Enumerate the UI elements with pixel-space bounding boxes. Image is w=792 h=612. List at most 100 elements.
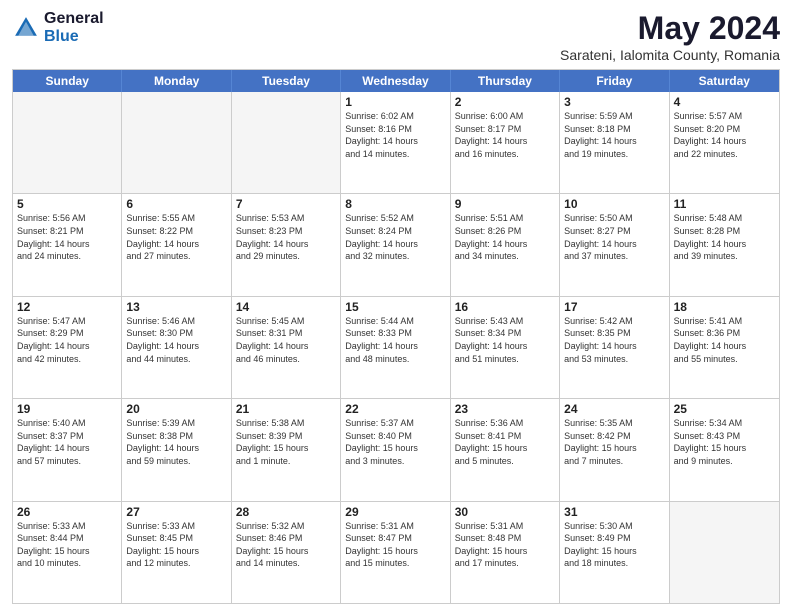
cell-date: 22 [345,402,445,416]
calendar-cell: 10Sunrise: 5:50 AMSunset: 8:27 PMDayligh… [560,194,669,295]
logo-general: General [44,10,104,28]
logo: General Blue [12,10,104,45]
calendar-cell: 22Sunrise: 5:37 AMSunset: 8:40 PMDayligh… [341,399,450,500]
logo-icon [12,14,40,42]
cell-info: Sunrise: 5:44 AMSunset: 8:33 PMDaylight:… [345,315,445,365]
calendar-cell: 19Sunrise: 5:40 AMSunset: 8:37 PMDayligh… [13,399,122,500]
calendar-cell: 16Sunrise: 5:43 AMSunset: 8:34 PMDayligh… [451,297,560,398]
calendar-cell: 2Sunrise: 6:00 AMSunset: 8:17 PMDaylight… [451,92,560,193]
calendar-cell: 24Sunrise: 5:35 AMSunset: 8:42 PMDayligh… [560,399,669,500]
cell-info: Sunrise: 5:31 AMSunset: 8:47 PMDaylight:… [345,520,445,570]
cell-info: Sunrise: 5:31 AMSunset: 8:48 PMDaylight:… [455,520,555,570]
calendar-cell: 21Sunrise: 5:38 AMSunset: 8:39 PMDayligh… [232,399,341,500]
cell-info: Sunrise: 5:34 AMSunset: 8:43 PMDaylight:… [674,417,775,467]
cell-date: 3 [564,95,664,109]
calendar-cell: 18Sunrise: 5:41 AMSunset: 8:36 PMDayligh… [670,297,779,398]
calendar-cell: 31Sunrise: 5:30 AMSunset: 8:49 PMDayligh… [560,502,669,603]
cell-info: Sunrise: 5:36 AMSunset: 8:41 PMDaylight:… [455,417,555,467]
calendar-cell: 23Sunrise: 5:36 AMSunset: 8:41 PMDayligh… [451,399,560,500]
cell-date: 29 [345,505,445,519]
cell-date: 9 [455,197,555,211]
calendar-cell: 4Sunrise: 5:57 AMSunset: 8:20 PMDaylight… [670,92,779,193]
day-header-friday: Friday [560,70,669,92]
cell-date: 11 [674,197,775,211]
calendar-cell [122,92,231,193]
calendar-cell: 25Sunrise: 5:34 AMSunset: 8:43 PMDayligh… [670,399,779,500]
cell-date: 17 [564,300,664,314]
day-header-monday: Monday [122,70,231,92]
cell-date: 19 [17,402,117,416]
calendar-cell: 8Sunrise: 5:52 AMSunset: 8:24 PMDaylight… [341,194,450,295]
cell-date: 14 [236,300,336,314]
subtitle: Sarateni, Ialomita County, Romania [560,47,780,63]
day-headers: SundayMondayTuesdayWednesdayThursdayFrid… [13,70,779,92]
day-header-thursday: Thursday [451,70,560,92]
cell-date: 23 [455,402,555,416]
cell-info: Sunrise: 5:45 AMSunset: 8:31 PMDaylight:… [236,315,336,365]
calendar-cell: 29Sunrise: 5:31 AMSunset: 8:47 PMDayligh… [341,502,450,603]
cell-date: 27 [126,505,226,519]
header: General Blue May 2024 Sarateni, Ialomita… [12,10,780,63]
calendar-cell: 14Sunrise: 5:45 AMSunset: 8:31 PMDayligh… [232,297,341,398]
cell-info: Sunrise: 5:53 AMSunset: 8:23 PMDaylight:… [236,212,336,262]
cell-info: Sunrise: 5:50 AMSunset: 8:27 PMDaylight:… [564,212,664,262]
cell-date: 10 [564,197,664,211]
cell-date: 21 [236,402,336,416]
cell-date: 13 [126,300,226,314]
cell-info: Sunrise: 5:33 AMSunset: 8:44 PMDaylight:… [17,520,117,570]
cell-date: 31 [564,505,664,519]
calendar-cell: 7Sunrise: 5:53 AMSunset: 8:23 PMDaylight… [232,194,341,295]
cell-info: Sunrise: 5:37 AMSunset: 8:40 PMDaylight:… [345,417,445,467]
calendar-cell: 11Sunrise: 5:48 AMSunset: 8:28 PMDayligh… [670,194,779,295]
calendar-cell: 1Sunrise: 6:02 AMSunset: 8:16 PMDaylight… [341,92,450,193]
day-header-tuesday: Tuesday [232,70,341,92]
calendar-cell: 15Sunrise: 5:44 AMSunset: 8:33 PMDayligh… [341,297,450,398]
cell-info: Sunrise: 5:43 AMSunset: 8:34 PMDaylight:… [455,315,555,365]
cell-info: Sunrise: 5:51 AMSunset: 8:26 PMDaylight:… [455,212,555,262]
calendar-cell: 30Sunrise: 5:31 AMSunset: 8:48 PMDayligh… [451,502,560,603]
cell-info: Sunrise: 5:46 AMSunset: 8:30 PMDaylight:… [126,315,226,365]
calendar-cell: 28Sunrise: 5:32 AMSunset: 8:46 PMDayligh… [232,502,341,603]
cell-info: Sunrise: 6:00 AMSunset: 8:17 PMDaylight:… [455,110,555,160]
cell-date: 6 [126,197,226,211]
calendar-row-2: 12Sunrise: 5:47 AMSunset: 8:29 PMDayligh… [13,297,779,399]
cell-info: Sunrise: 5:59 AMSunset: 8:18 PMDaylight:… [564,110,664,160]
calendar-cell: 26Sunrise: 5:33 AMSunset: 8:44 PMDayligh… [13,502,122,603]
calendar-row-3: 19Sunrise: 5:40 AMSunset: 8:37 PMDayligh… [13,399,779,501]
cell-info: Sunrise: 5:47 AMSunset: 8:29 PMDaylight:… [17,315,117,365]
logo-text: General Blue [44,10,104,45]
cell-info: Sunrise: 5:56 AMSunset: 8:21 PMDaylight:… [17,212,117,262]
cell-info: Sunrise: 6:02 AMSunset: 8:16 PMDaylight:… [345,110,445,160]
cell-info: Sunrise: 5:55 AMSunset: 8:22 PMDaylight:… [126,212,226,262]
cell-date: 5 [17,197,117,211]
calendar-cell: 20Sunrise: 5:39 AMSunset: 8:38 PMDayligh… [122,399,231,500]
calendar-cell: 12Sunrise: 5:47 AMSunset: 8:29 PMDayligh… [13,297,122,398]
calendar-cell: 27Sunrise: 5:33 AMSunset: 8:45 PMDayligh… [122,502,231,603]
cell-date: 8 [345,197,445,211]
cell-date: 24 [564,402,664,416]
calendar-rows: 1Sunrise: 6:02 AMSunset: 8:16 PMDaylight… [13,92,779,603]
calendar-cell: 6Sunrise: 5:55 AMSunset: 8:22 PMDaylight… [122,194,231,295]
cell-info: Sunrise: 5:30 AMSunset: 8:49 PMDaylight:… [564,520,664,570]
calendar-row-0: 1Sunrise: 6:02 AMSunset: 8:16 PMDaylight… [13,92,779,194]
calendar-cell: 3Sunrise: 5:59 AMSunset: 8:18 PMDaylight… [560,92,669,193]
calendar-row-4: 26Sunrise: 5:33 AMSunset: 8:44 PMDayligh… [13,502,779,603]
cell-info: Sunrise: 5:57 AMSunset: 8:20 PMDaylight:… [674,110,775,160]
cell-date: 30 [455,505,555,519]
day-header-sunday: Sunday [13,70,122,92]
cell-date: 16 [455,300,555,314]
cell-date: 12 [17,300,117,314]
cell-date: 1 [345,95,445,109]
calendar-cell [670,502,779,603]
cell-info: Sunrise: 5:33 AMSunset: 8:45 PMDaylight:… [126,520,226,570]
calendar-row-1: 5Sunrise: 5:56 AMSunset: 8:21 PMDaylight… [13,194,779,296]
calendar-cell [13,92,122,193]
page: General Blue May 2024 Sarateni, Ialomita… [0,0,792,612]
cell-date: 7 [236,197,336,211]
cell-info: Sunrise: 5:35 AMSunset: 8:42 PMDaylight:… [564,417,664,467]
calendar-grid: SundayMondayTuesdayWednesdayThursdayFrid… [12,69,780,604]
cell-info: Sunrise: 5:39 AMSunset: 8:38 PMDaylight:… [126,417,226,467]
cell-info: Sunrise: 5:52 AMSunset: 8:24 PMDaylight:… [345,212,445,262]
cell-date: 25 [674,402,775,416]
cell-date: 26 [17,505,117,519]
